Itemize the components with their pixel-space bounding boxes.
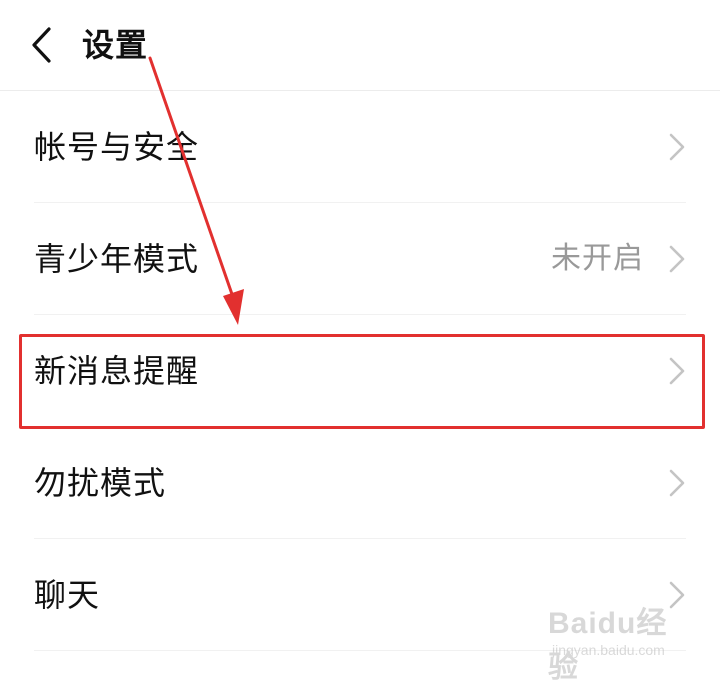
settings-item-label: 聊天 (34, 576, 101, 614)
settings-item-do-not-disturb[interactable]: 勿扰模式 (0, 427, 720, 539)
divider (34, 650, 686, 651)
top-bar: 设置 (0, 0, 720, 91)
back-button[interactable] (26, 24, 56, 66)
settings-item-label: 新消息提醒 (34, 352, 200, 390)
settings-item-account-security[interactable]: 帐号与安全 (0, 91, 720, 203)
settings-item-label: 勿扰模式 (34, 464, 167, 502)
status-value: 未开启 (551, 241, 644, 276)
chevron-right-icon (669, 469, 685, 497)
settings-list: 帐号与安全 青少年模式 未开启 新消息提醒 勿扰模式 聊天 (0, 91, 720, 651)
chevron-right-icon (669, 245, 685, 273)
settings-item-new-message-notification[interactable]: 新消息提醒 (0, 315, 720, 427)
settings-item-chat[interactable]: 聊天 (0, 539, 720, 651)
settings-item-teen-mode[interactable]: 青少年模式 未开启 (0, 203, 720, 315)
chevron-right-icon (669, 133, 685, 161)
page-title: 设置 (82, 26, 149, 64)
chevron-right-icon (669, 357, 685, 385)
chevron-right-icon (669, 581, 685, 609)
settings-item-label: 青少年模式 (34, 240, 200, 278)
settings-item-label: 帐号与安全 (34, 128, 200, 166)
chevron-left-icon (32, 27, 51, 63)
